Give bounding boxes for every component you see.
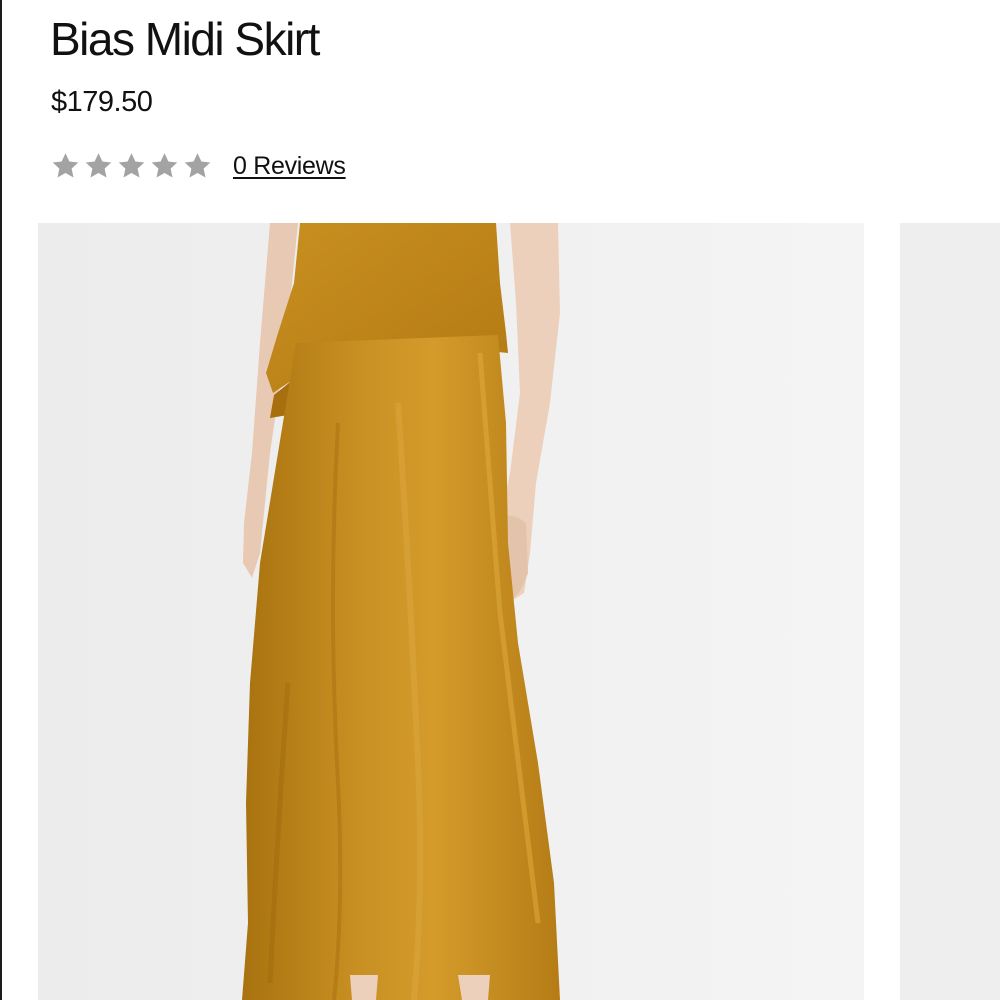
product-image-next-peek[interactable]	[900, 223, 1000, 1000]
star-rating	[50, 151, 215, 181]
left-border	[0, 0, 2, 1000]
star-icon	[182, 151, 213, 181]
star-icon	[50, 151, 81, 181]
rating-row: 0 Reviews	[50, 146, 346, 186]
product-image-main[interactable]	[38, 223, 864, 1000]
star-icon	[83, 151, 114, 181]
product-price: $179.50	[51, 86, 153, 118]
product-title: Bias Midi Skirt	[50, 13, 320, 65]
product-photo-icon	[38, 223, 864, 1000]
star-icon	[149, 151, 180, 181]
star-icon	[116, 151, 147, 181]
reviews-link[interactable]: 0 Reviews	[233, 152, 346, 181]
product-page: Bias Midi Skirt $179.50 0 Reviews	[0, 0, 1000, 1000]
